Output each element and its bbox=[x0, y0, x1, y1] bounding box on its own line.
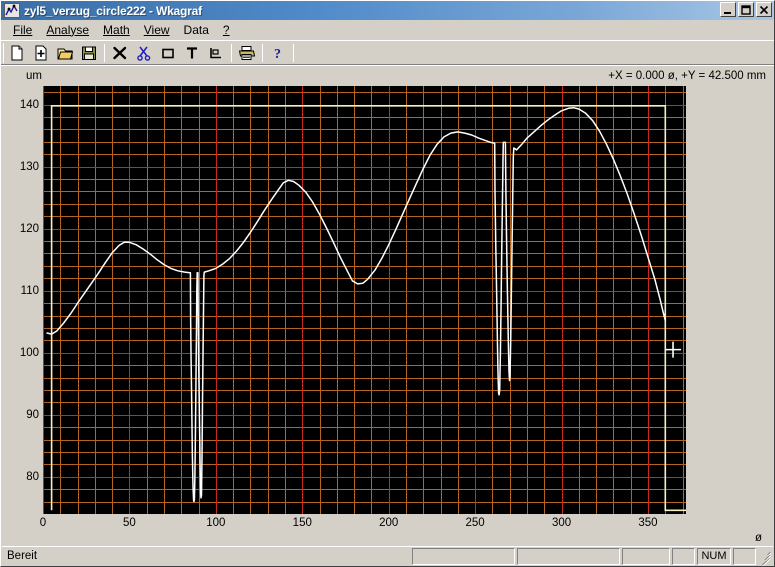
menu-item-help[interactable]: ? bbox=[216, 21, 237, 39]
data-series-0 bbox=[46, 106, 667, 503]
add-document-icon[interactable] bbox=[29, 42, 53, 64]
close-button[interactable] bbox=[756, 2, 772, 17]
x-axis-tick-label: 350 bbox=[638, 517, 658, 529]
status-panel-5 bbox=[733, 547, 756, 565]
printer-icon[interactable] bbox=[235, 42, 259, 64]
y-axis-tick-label: 100 bbox=[19, 346, 39, 359]
x-axis-tick-label: 100 bbox=[206, 517, 226, 529]
text-tool-icon[interactable] bbox=[180, 42, 204, 64]
new-document-icon[interactable] bbox=[5, 42, 29, 64]
toolbar-separator-2 bbox=[231, 43, 232, 62]
save-disk-icon[interactable] bbox=[77, 42, 101, 64]
y-axis-tick-label: 90 bbox=[26, 408, 39, 421]
menu-item-data[interactable]: Data bbox=[177, 21, 216, 39]
resize-grip[interactable] bbox=[758, 548, 772, 565]
menu-item-file[interactable]: File bbox=[6, 21, 39, 39]
status-message: Bereit bbox=[7, 550, 38, 562]
y-axis-tick-label: 140 bbox=[19, 98, 39, 111]
x-axis-tick-label: 300 bbox=[551, 517, 572, 529]
x-axis-ticks: 0 50 100 150 200 250 300 350 bbox=[2, 517, 774, 535]
app-chart-icon bbox=[4, 3, 20, 18]
status-bar: Bereit NUM bbox=[2, 546, 773, 565]
x-axis-tick-label: 50 bbox=[123, 517, 136, 529]
status-panel-2 bbox=[517, 547, 620, 565]
cursor-marker bbox=[665, 341, 682, 358]
y-axis-ticks: 80 90 100 110 120 130 140 bbox=[2, 68, 39, 546]
minimize-button[interactable] bbox=[720, 2, 736, 17]
grid-major bbox=[43, 86, 686, 514]
status-panel-4 bbox=[672, 547, 695, 565]
toolbar-separator-4 bbox=[293, 43, 294, 62]
status-panel-num: NUM bbox=[697, 547, 731, 565]
toolbar-grip bbox=[3, 42, 4, 63]
menu-item-math[interactable]: Math bbox=[96, 21, 137, 39]
window-title: zyl5_verzug_circle222 - Wkagraf bbox=[24, 3, 202, 18]
delete-x-icon[interactable] bbox=[108, 42, 132, 64]
y-axis-tick-label: 130 bbox=[19, 160, 39, 173]
y-axis-tick-label: 110 bbox=[20, 284, 39, 297]
axes-icon[interactable] bbox=[204, 42, 228, 64]
toolbar-separator-3 bbox=[262, 43, 263, 62]
window-controls bbox=[720, 2, 772, 17]
toolbar-separator-1 bbox=[104, 43, 105, 62]
open-folder-icon[interactable] bbox=[53, 42, 77, 64]
limit-box bbox=[50, 105, 686, 512]
menu-item-analyse[interactable]: Analyse bbox=[39, 21, 96, 39]
help-question-icon[interactable]: ? bbox=[266, 42, 290, 64]
chart-annotation: +X = 0.000 ø, +Y = 42.500 mm bbox=[608, 70, 766, 82]
y-axis-tick-label: 120 bbox=[19, 222, 39, 235]
x-axis-tick-label: 200 bbox=[379, 517, 399, 529]
application-window: zyl5_verzug_circle222 - Wkagraf File Ana… bbox=[0, 0, 775, 567]
x-axis-tick-label: 250 bbox=[465, 517, 485, 529]
plot-canvas[interactable] bbox=[43, 86, 686, 514]
menu-item-view[interactable]: View bbox=[137, 21, 177, 39]
menu-bar: File Analyse Math View Data ? bbox=[1, 20, 774, 40]
maximize-button[interactable] bbox=[738, 2, 754, 17]
x-axis-tick-label: 150 bbox=[292, 517, 312, 529]
x-axis-tick-label: 0 bbox=[39, 517, 47, 529]
svg-text:?: ? bbox=[274, 47, 281, 61]
status-panel-3 bbox=[622, 547, 670, 565]
toolbar: ? bbox=[1, 40, 774, 66]
y-axis-tick-label: 80 bbox=[26, 470, 39, 483]
scissors-cut-icon[interactable] bbox=[132, 42, 156, 64]
window-title-bar[interactable]: zyl5_verzug_circle222 - Wkagraf bbox=[1, 1, 774, 20]
chart-area: um +X = 0.000 ø, +Y = 42.500 mm ø 80 90 10… bbox=[2, 68, 774, 546]
status-panel-1 bbox=[412, 547, 515, 565]
rectangle-icon[interactable] bbox=[156, 42, 180, 64]
grid-minor bbox=[43, 86, 686, 514]
